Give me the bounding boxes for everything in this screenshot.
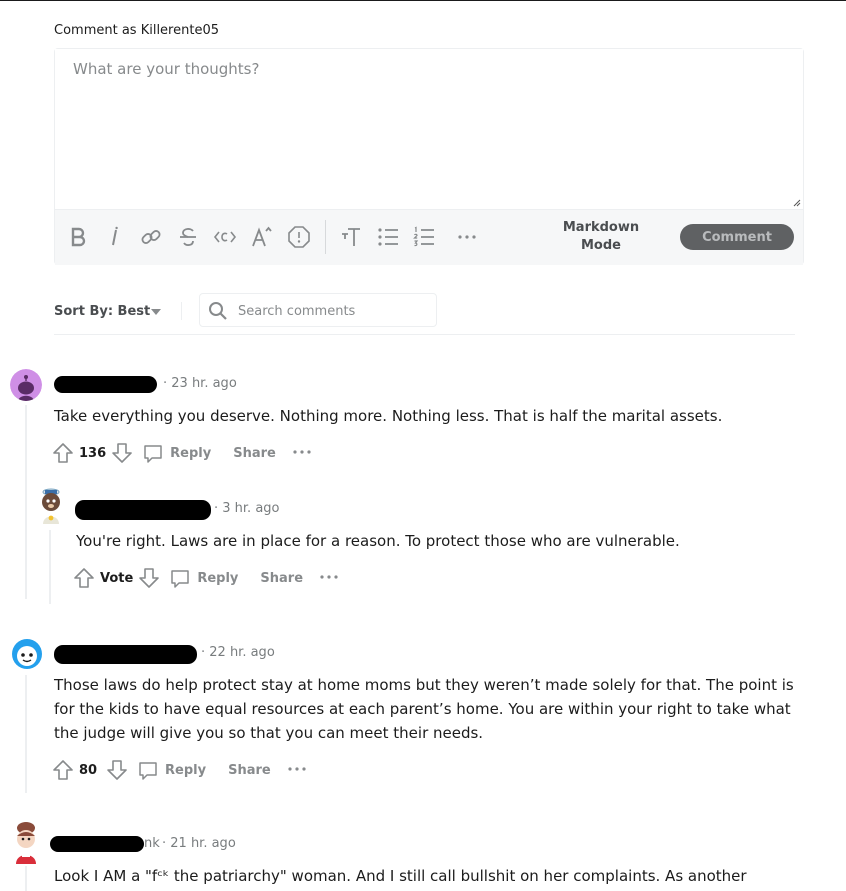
comment-actions: 136 Reply Share bbox=[51, 440, 312, 466]
superscript-icon[interactable] bbox=[249, 224, 275, 250]
username-tail[interactable]: nk bbox=[144, 836, 160, 851]
search-comments-input[interactable] bbox=[236, 300, 430, 322]
comment-editor: Markdown Mode Comment bbox=[54, 48, 804, 265]
downvote-icon[interactable] bbox=[137, 566, 161, 590]
markdown-mode-line2: Mode bbox=[581, 238, 621, 253]
reply-button[interactable]: Reply bbox=[137, 759, 206, 781]
upvote-icon[interactable] bbox=[72, 566, 96, 590]
thread-line[interactable] bbox=[49, 530, 51, 604]
inline-code-icon[interactable] bbox=[212, 224, 238, 250]
spoiler-icon[interactable] bbox=[286, 224, 312, 250]
comment-body: You're right. Laws are in place for a re… bbox=[76, 532, 680, 550]
upvote-icon[interactable] bbox=[51, 758, 75, 782]
share-button[interactable]: Share bbox=[233, 446, 276, 461]
resize-grip-icon[interactable] bbox=[793, 199, 801, 207]
bulleted-list-icon[interactable] bbox=[375, 224, 401, 250]
comment-timestamp[interactable]: · 3 hr. ago bbox=[214, 501, 280, 516]
redacted-username bbox=[54, 376, 157, 393]
share-button[interactable]: Share bbox=[260, 571, 303, 586]
more-options-icon[interactable] bbox=[319, 571, 339, 586]
avatar[interactable] bbox=[10, 637, 44, 671]
comment-actions: 80 Reply Share bbox=[51, 757, 307, 783]
thread-line[interactable] bbox=[25, 675, 27, 793]
downvote-icon[interactable] bbox=[105, 758, 129, 782]
markdown-mode-line1: Markdown bbox=[562, 220, 640, 235]
comment-textarea[interactable] bbox=[55, 49, 803, 209]
comment-body: Take everything you deserve. Nothing mor… bbox=[54, 407, 723, 425]
more-icon[interactable] bbox=[454, 224, 480, 250]
reply-label: Reply bbox=[165, 762, 207, 778]
reply-label: Reply bbox=[197, 570, 239, 586]
redacted-username bbox=[75, 500, 211, 520]
markdown-mode-button[interactable]: Markdown Mode bbox=[553, 219, 649, 255]
reply-icon bbox=[139, 762, 157, 780]
submit-comment-button[interactable]: Comment bbox=[680, 224, 794, 250]
comment-actions: Vote Reply Share bbox=[72, 565, 339, 591]
sort-divider bbox=[181, 302, 182, 320]
thread-line[interactable] bbox=[25, 866, 27, 891]
editor-toolbar: Markdown Mode Comment bbox=[55, 209, 803, 265]
share-button[interactable]: Share bbox=[228, 763, 271, 778]
avatar[interactable] bbox=[10, 369, 42, 401]
sort-dropdown[interactable]: Sort By: Best bbox=[54, 304, 150, 319]
comment-body: Look I AM a "fᶜᵏ the patriarchy" woman. … bbox=[54, 867, 747, 885]
comment-body: Those laws do help protect stay at home … bbox=[54, 676, 794, 742]
more-options-icon[interactable] bbox=[287, 763, 307, 778]
sort-bar: Sort By: Best bbox=[54, 293, 795, 335]
upvote-icon[interactable] bbox=[51, 441, 75, 465]
redacted-username bbox=[54, 645, 197, 664]
comment-as-label: Comment as Killerente05 bbox=[54, 23, 219, 38]
reply-icon bbox=[171, 570, 190, 588]
reply-button[interactable]: Reply bbox=[142, 442, 211, 464]
italic-icon[interactable] bbox=[102, 224, 128, 250]
search-comments-box bbox=[199, 293, 437, 327]
more-options-icon[interactable] bbox=[292, 446, 312, 461]
comment-timestamp[interactable]: · 22 hr. ago bbox=[201, 645, 275, 660]
link-icon[interactable] bbox=[138, 224, 164, 250]
downvote-icon[interactable] bbox=[110, 441, 134, 465]
heading-icon[interactable] bbox=[338, 224, 364, 250]
toolbar-divider bbox=[325, 220, 326, 254]
redacted-username bbox=[50, 836, 144, 852]
avatar[interactable] bbox=[10, 820, 42, 864]
thread-line[interactable] bbox=[25, 405, 27, 599]
reply-label: Reply bbox=[170, 445, 212, 461]
strikethrough-icon[interactable] bbox=[175, 224, 201, 250]
reply-icon bbox=[144, 445, 162, 463]
vote-score: 80 bbox=[79, 762, 98, 778]
vote-score: 136 bbox=[79, 445, 107, 461]
comment-timestamp[interactable]: · 21 hr. ago bbox=[162, 836, 236, 851]
top-border bbox=[0, 0, 846, 1]
numbered-list-icon[interactable] bbox=[411, 224, 437, 250]
caret-down-icon[interactable] bbox=[150, 307, 162, 317]
avatar[interactable] bbox=[35, 486, 67, 526]
vote-score: Vote bbox=[100, 570, 134, 586]
comment-timestamp[interactable]: · 23 hr. ago bbox=[163, 376, 237, 391]
search-icon bbox=[209, 302, 227, 320]
bold-icon[interactable] bbox=[65, 224, 91, 250]
reply-button[interactable]: Reply bbox=[169, 567, 238, 589]
